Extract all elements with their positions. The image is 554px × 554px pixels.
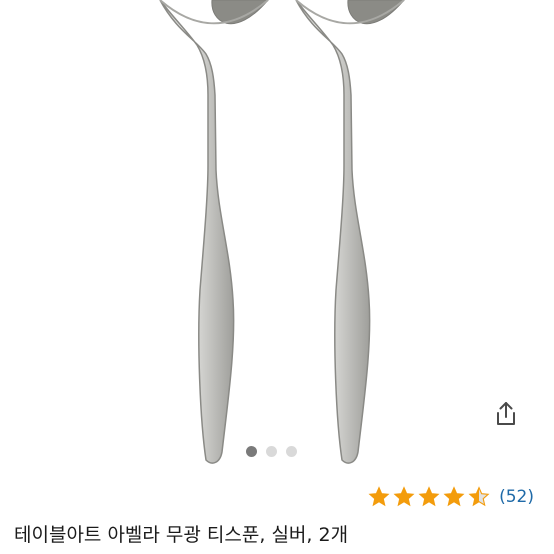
star-icon xyxy=(468,486,490,507)
star-icon xyxy=(418,486,440,507)
right-spoon xyxy=(295,0,405,464)
left-spoon xyxy=(159,0,269,464)
image-carousel-dots xyxy=(246,444,297,458)
carousel-dot[interactable] xyxy=(246,445,257,457)
product-title: 테이블아트 아벨라 무광 티스푼, 실버, 2개 xyxy=(14,524,349,546)
carousel-dot[interactable] xyxy=(286,445,297,457)
spoon-pair-image xyxy=(159,0,405,464)
review-count[interactable]: (52) xyxy=(499,487,534,507)
star-icon xyxy=(443,486,465,507)
carousel-dot[interactable] xyxy=(266,445,277,457)
share-button[interactable] xyxy=(490,398,522,430)
rating-stars xyxy=(368,486,490,508)
star-icon xyxy=(368,486,390,507)
star-icon xyxy=(393,486,415,507)
share-icon xyxy=(497,402,515,425)
product-image[interactable] xyxy=(0,0,554,470)
rating[interactable]: (52) xyxy=(368,482,534,512)
